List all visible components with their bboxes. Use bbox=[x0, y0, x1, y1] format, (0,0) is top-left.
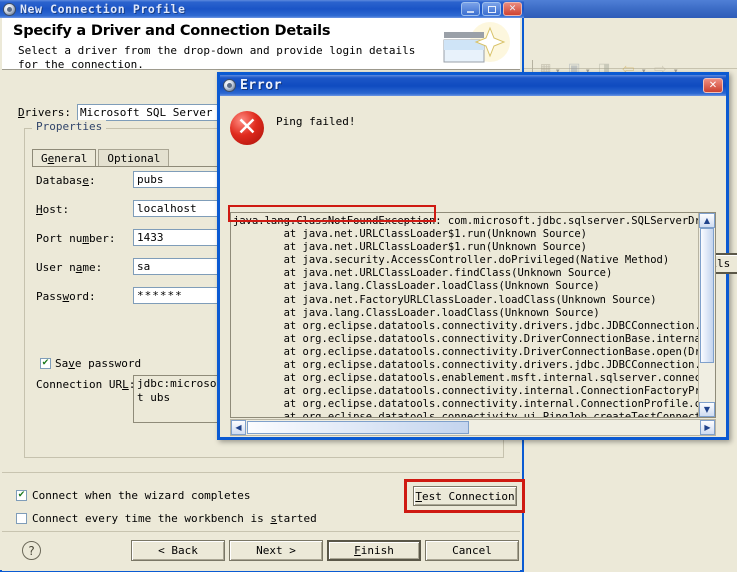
wizard-window-controls: ✕ bbox=[461, 2, 522, 16]
properties-legend: Properties bbox=[32, 120, 107, 133]
stack-trace-vertical-scrollbar[interactable]: ▲ ▼ bbox=[698, 213, 715, 417]
host-input[interactable]: localhost bbox=[133, 200, 228, 217]
scroll-left-button[interactable]: ◀ bbox=[231, 420, 246, 435]
field-label-host: Host: bbox=[36, 203, 70, 216]
field-label-port: Port number: bbox=[36, 232, 116, 245]
connect-when-complete-label: Connect when the wizard completes bbox=[32, 489, 251, 502]
error-dialog-titlebar[interactable]: Error ✕ bbox=[220, 75, 726, 96]
stack-trace-horizontal-scrollbar[interactable]: ◀ ▶ bbox=[230, 419, 716, 436]
wizard-window-icon bbox=[3, 2, 16, 16]
page-title: Specify a Driver and Connection Details bbox=[13, 23, 331, 39]
port-number-input[interactable]: 1433 bbox=[133, 229, 228, 246]
user-name-input[interactable]: sa bbox=[133, 258, 228, 275]
drivers-label: Drivers: bbox=[18, 106, 71, 119]
next-button[interactable]: Next > bbox=[229, 540, 323, 561]
error-window-icon bbox=[223, 79, 236, 92]
scroll-up-button[interactable]: ▲ bbox=[699, 213, 715, 228]
error-x-glyph: ✕ bbox=[236, 112, 258, 141]
error-message: Ping failed! bbox=[276, 115, 356, 128]
tab-optional[interactable]: Optional bbox=[98, 149, 170, 167]
test-connection-button[interactable]: Test Connection bbox=[413, 486, 517, 506]
finish-label: Finish bbox=[354, 544, 394, 557]
error-icon: ✕ bbox=[230, 111, 264, 145]
connect-every-time-label: Connect every time the workbench is star… bbox=[32, 512, 317, 525]
page-description: Select a driver from the drop-down and p… bbox=[18, 44, 416, 70]
maximize-button[interactable] bbox=[482, 2, 501, 16]
save-password-checkbox[interactable]: ✔ bbox=[40, 358, 51, 369]
horizontal-scroll-thumb[interactable] bbox=[247, 421, 469, 434]
connect-when-complete-row[interactable]: ✔ Connect when the wizard completes bbox=[16, 489, 251, 502]
eclipse-toolbar: ▦ ▾ ▣ ▾ ◨ ⇦ ▾ ⇨ ▾ bbox=[524, 18, 737, 77]
wizard-titlebar[interactable]: New Connection Profile ✕ bbox=[0, 0, 524, 18]
wizard-footer: ? < Back Next > Finish Cancel bbox=[2, 531, 520, 571]
wizard-banner-icon bbox=[443, 22, 510, 63]
save-password-label: Save password bbox=[55, 357, 142, 370]
connect-every-time-checkbox[interactable] bbox=[16, 513, 27, 524]
vertical-scroll-thumb[interactable] bbox=[700, 228, 714, 363]
connection-url-label: Connection URL: bbox=[36, 378, 135, 391]
connection-url-input[interactable]: jdbc:microsoft ubs bbox=[133, 375, 228, 423]
finish-button[interactable]: Finish bbox=[327, 540, 421, 561]
database-input[interactable]: pubs bbox=[133, 171, 228, 188]
tab-general[interactable]: General bbox=[32, 149, 97, 167]
minimize-icon bbox=[467, 11, 474, 13]
stack-trace-panel: java.lang.ClassNotFoundException: com.mi… bbox=[230, 212, 716, 418]
connect-every-time-row[interactable]: Connect every time the workbench is star… bbox=[16, 512, 317, 525]
error-dialog: Error ✕ ✕ Ping failed! OK « Details java… bbox=[217, 72, 737, 440]
properties-tabstrip: General Optional bbox=[32, 148, 170, 167]
cancel-button[interactable]: Cancel bbox=[425, 540, 519, 561]
help-icon[interactable]: ? bbox=[22, 541, 41, 560]
scroll-right-button[interactable]: ▶ bbox=[700, 420, 715, 435]
connect-when-complete-checkbox[interactable]: ✔ bbox=[16, 490, 27, 501]
minimize-button[interactable] bbox=[461, 2, 480, 16]
scroll-down-button[interactable]: ▼ bbox=[699, 402, 715, 417]
field-label-username: User name: bbox=[36, 261, 103, 274]
exception-highlight bbox=[228, 205, 436, 222]
save-password-row[interactable]: ✔ Save password bbox=[40, 357, 141, 370]
back-button[interactable]: < Back bbox=[131, 540, 225, 561]
test-connection-label: Test Connection bbox=[415, 489, 515, 503]
maximize-icon bbox=[487, 5, 496, 13]
password-input[interactable]: ****** bbox=[133, 287, 228, 304]
error-dialog-close-button[interactable]: ✕ bbox=[703, 78, 723, 93]
field-label-password: Password: bbox=[36, 290, 96, 303]
wizard-header: Specify a Driver and Connection Details … bbox=[2, 18, 520, 70]
close-button[interactable]: ✕ bbox=[503, 2, 522, 16]
wizard-title: New Connection Profile bbox=[20, 2, 186, 16]
stack-trace-text: java.lang.ClassNotFoundException: com.mi… bbox=[233, 215, 716, 418]
error-dialog-title: Error bbox=[240, 78, 283, 93]
field-label-database: Database: bbox=[36, 174, 96, 187]
